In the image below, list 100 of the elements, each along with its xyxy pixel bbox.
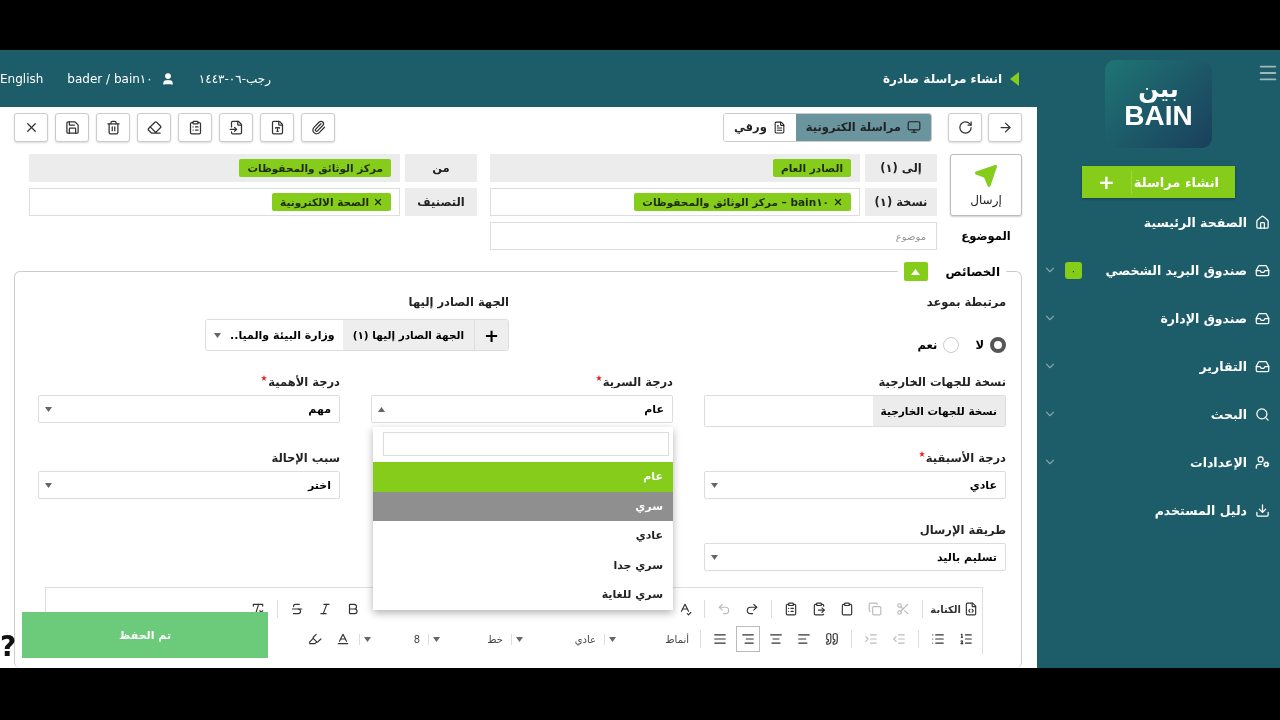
external-copy-button[interactable]: نسخة للجهات الخارجية xyxy=(872,396,1005,426)
delete-button[interactable] xyxy=(96,112,130,142)
date-text: رجب-٠٦-١٤٤٣ xyxy=(198,71,272,86)
tag-field[interactable]: bain١٠ – مركز الوثائق والمحفوظات xyxy=(490,188,860,216)
align-right-icon xyxy=(741,632,755,646)
field-label: نسخة للجهات الخارجية xyxy=(877,375,1006,391)
caret-icon xyxy=(711,554,718,560)
external-copy-field[interactable]: نسخة للجهات الخارجية xyxy=(704,395,1006,427)
radio-button[interactable] xyxy=(990,337,1006,353)
home-icon xyxy=(1255,214,1270,230)
background-color-icon xyxy=(308,632,322,646)
source-icon xyxy=(964,602,978,616)
caret-icon xyxy=(433,636,440,642)
user-name: bader / bain١٠ xyxy=(67,71,153,86)
inbox-icon xyxy=(1255,358,1270,374)
format-dropdown[interactable]: عادي xyxy=(511,633,600,645)
required-icon xyxy=(261,375,268,381)
select-field[interactable]: تسليم باليد xyxy=(704,543,1006,571)
field-label: مرتبطة بموعد xyxy=(925,295,1006,311)
dropdown-option[interactable]: سري جدا xyxy=(373,550,673,580)
paste-text-icon xyxy=(812,602,827,616)
nav-item[interactable]: الصفحة الرئيسية xyxy=(1143,214,1247,230)
word-document-button[interactable] xyxy=(260,112,294,142)
language-link[interactable]: English xyxy=(0,71,44,86)
field-label: من xyxy=(405,154,477,182)
download-icon xyxy=(1255,502,1270,518)
undo-icon xyxy=(717,602,732,616)
subject-label: الموضوع xyxy=(961,229,1011,243)
inbox-icon xyxy=(1255,310,1270,326)
source-button[interactable]: الكتابة xyxy=(930,602,978,616)
strikethrough-icon xyxy=(290,602,305,616)
nav-item[interactable]: التقارير xyxy=(1199,358,1247,374)
caret-icon xyxy=(364,636,371,642)
send-button[interactable]: إرسال xyxy=(950,154,1022,216)
import-button[interactable] xyxy=(219,112,253,142)
italic-icon xyxy=(318,602,333,616)
field-label: التصنيف xyxy=(405,188,477,216)
select-field[interactable]: مهم xyxy=(38,395,340,423)
remove-icon[interactable] xyxy=(833,197,843,207)
user-icon xyxy=(160,71,175,86)
subject-field[interactable]: موضوع xyxy=(490,222,937,250)
align-right-button[interactable] xyxy=(736,626,760,652)
dropdown-option[interactable]: عادي xyxy=(373,521,673,551)
remove-icon[interactable] xyxy=(373,197,383,207)
attach-icon xyxy=(310,119,326,135)
outdent-icon xyxy=(892,632,906,646)
tag-field[interactable]: مركز الوثائق والمحفوظات xyxy=(29,154,400,182)
styles-dropdown[interactable]: أنماط xyxy=(604,633,693,645)
text-color-icon xyxy=(336,632,350,646)
caret-icon xyxy=(45,406,52,412)
list-document-button[interactable] xyxy=(178,112,212,142)
caret-icon xyxy=(516,636,523,642)
paste-word-icon xyxy=(784,602,799,616)
field-label: نسخة (١) xyxy=(865,188,937,216)
select-field[interactable]: اختر xyxy=(38,471,340,499)
bold-icon xyxy=(346,602,361,616)
font-dropdown[interactable]: خط xyxy=(428,633,507,645)
indent-icon xyxy=(864,632,878,646)
paste-icon xyxy=(840,602,855,616)
align-center-icon xyxy=(769,632,783,646)
eraser-button[interactable] xyxy=(137,112,171,142)
radio-label: نعم xyxy=(917,338,938,352)
count-badge: ٠ xyxy=(1065,261,1082,279)
align-justify-icon xyxy=(713,632,727,646)
close-button[interactable] xyxy=(14,112,48,142)
select-field[interactable]: عام xyxy=(371,395,673,423)
field-label: درجة السرية xyxy=(371,375,673,391)
cut-icon xyxy=(896,602,911,616)
save-button[interactable] xyxy=(55,112,89,142)
dropdown-search-field[interactable] xyxy=(383,432,669,456)
list-document-icon xyxy=(187,119,203,135)
refresh-button[interactable] xyxy=(948,112,982,142)
field-label: سبب الإحالة xyxy=(270,451,340,467)
dropdown-option[interactable]: سري للغاية xyxy=(373,580,673,610)
search-icon xyxy=(1255,406,1270,422)
nav-item[interactable]: الإعدادات xyxy=(1190,454,1247,470)
field-label: درجة الأهمية xyxy=(38,375,340,391)
align-left-icon xyxy=(797,632,811,646)
eraser-icon xyxy=(146,119,162,135)
mode-tab[interactable]: مراسلة الكترونية xyxy=(795,113,931,141)
copy-icon xyxy=(868,602,883,616)
caret-icon xyxy=(378,406,385,412)
delete-icon xyxy=(105,119,121,135)
nav-item[interactable]: صندوق البريد الشخصي xyxy=(1105,262,1247,278)
field-label: إلى (١) xyxy=(865,154,937,182)
size-dropdown[interactable]: 8 xyxy=(359,633,424,645)
nav-item[interactable]: دليل المستخدم xyxy=(1154,502,1247,518)
help-mark[interactable]: ? xyxy=(0,630,17,663)
nav-item[interactable]: صندوق الإدارة xyxy=(1160,310,1247,326)
spellcheck-icon xyxy=(678,602,693,616)
select-field[interactable]: عادي xyxy=(704,471,1006,499)
forward-button[interactable] xyxy=(988,112,1022,142)
nav-item[interactable]: البحث xyxy=(1210,406,1247,422)
monitor-icon xyxy=(907,120,921,134)
tag-field[interactable]: الصادر العام xyxy=(490,154,860,182)
tag: bain١٠ – مركز الوثائق والمحفوظات xyxy=(634,193,851,211)
user-settings-icon xyxy=(1255,454,1270,470)
tag-field[interactable]: الصحة الالكترونية xyxy=(29,188,400,216)
inbox-icon xyxy=(1255,262,1270,278)
attach-button[interactable] xyxy=(301,112,335,142)
